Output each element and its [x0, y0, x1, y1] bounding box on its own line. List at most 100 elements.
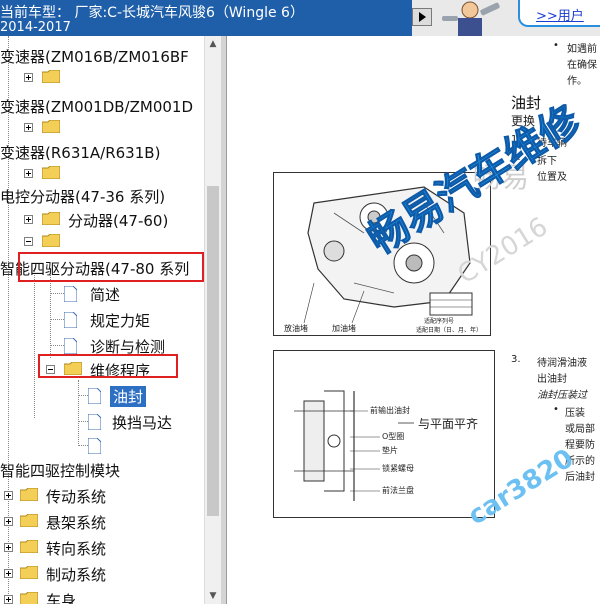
doc-step-number: 1. — [511, 134, 521, 145]
doc-step-number: 2. — [511, 152, 521, 163]
document-icon — [88, 414, 101, 430]
tree-item-label[interactable]: 制动系统 — [46, 564, 106, 585]
tree-item-shift-motor[interactable]: 换挡马达 — [0, 410, 204, 434]
doc-text: 作。 — [567, 76, 587, 87]
tree-item-electronic-transfer-case[interactable]: 电控分动器(47-36 系列) — [0, 184, 204, 208]
document-viewer: • 如遇前 在确保 作。 油封 更换 1. 待车辆 2. 拆下 位置及 放油堵 … — [227, 36, 600, 604]
figure-label: 适配日期（日、月、年） — [416, 327, 483, 334]
scroll-down-icon[interactable]: ▼ — [205, 588, 221, 604]
vehicle-year-range: 2014-2017 — [0, 20, 71, 35]
tree-item-label[interactable]: 智能四驱控制模块 — [0, 460, 120, 481]
figure-label: 垫片 — [382, 446, 398, 455]
tree-item-label[interactable]: 变速器(ZM016B/ZM016BF — [0, 46, 189, 67]
doc-text: 油封压装过 — [537, 390, 587, 401]
doc-section-subtitle: 更换 — [511, 114, 536, 128]
doc-text: 拆下 — [537, 156, 557, 167]
collapse-icon[interactable] — [24, 237, 33, 246]
figure-label: 前输出油封 — [370, 406, 410, 415]
tree-item-label-selected[interactable]: 油封 — [110, 386, 147, 407]
document-icon — [64, 312, 77, 328]
document-icon — [64, 286, 77, 302]
tree-item-label[interactable]: 悬架系统 — [46, 512, 106, 533]
tree-item-brakes[interactable]: 制动系统 — [0, 562, 204, 586]
expand-icon[interactable] — [4, 491, 13, 500]
tree-scrollbar[interactable]: ▲ ▼ — [204, 36, 221, 604]
folder-icon — [42, 70, 60, 83]
expand-icon[interactable] — [4, 569, 13, 578]
expand-icon[interactable] — [24, 169, 33, 178]
doc-text: 后油封 — [565, 472, 595, 483]
doc-text: 位置及 — [537, 172, 567, 183]
document-icon — [64, 338, 77, 354]
tree-item-label[interactable]: 转向系统 — [46, 538, 106, 559]
highlight-box — [38, 354, 178, 378]
tree-item-suspension[interactable]: 悬架系统 — [0, 510, 204, 534]
doc-text: 在确保 — [567, 60, 597, 71]
tree-item-label[interactable]: 传动系统 — [46, 486, 106, 507]
doc-step-number: 3. — [511, 354, 521, 365]
tree-item-transmission-r631a[interactable]: 变速器(R631A/R631B) — [0, 140, 204, 164]
tree-item-label[interactable]: 电控分动器(47-36 系列) — [0, 186, 165, 207]
doc-text: 出油封 — [537, 374, 567, 385]
user-link-text[interactable]: >>用户 — [536, 5, 584, 24]
expand-icon[interactable] — [24, 123, 33, 132]
doc-text: 待润滑油液 — [537, 358, 587, 369]
tree-item-label[interactable]: 简述 — [90, 284, 120, 305]
doc-text: 所示的 — [565, 456, 595, 467]
tree-item-transmission-zm016b[interactable]: 变速器(ZM016B/ZM016BF — [0, 44, 204, 68]
user-link[interactable]: >>用户 — [518, 0, 600, 27]
tree-item-label[interactable]: 规定力矩 — [90, 310, 150, 331]
next-arrow-icon — [419, 12, 426, 22]
next-button[interactable] — [412, 8, 432, 26]
tree-item-label[interactable]: 变速器(ZM001DB/ZM001D — [0, 96, 193, 117]
oil-seal-figure: 前输出油封 与平面平齐 O型圈 垫片 锁紧螺母 前法兰盘 — [273, 350, 495, 518]
tree-item-oil-seal[interactable]: 油封 — [0, 384, 204, 408]
tree-item-label[interactable]: 车身 — [46, 590, 76, 604]
category-tree: 变速器(ZM016B/ZM016BF 变速器(ZM001DB/ZM001D 变速… — [0, 36, 204, 604]
figure-label: 前法兰盘 — [382, 486, 414, 495]
folder-icon — [42, 120, 60, 133]
doc-section-title: 油封 — [511, 94, 542, 112]
doc-text: 压装 — [565, 408, 585, 419]
figure-label: 加油堵 — [332, 324, 356, 333]
figure-label: 锁紧螺母 — [382, 464, 414, 473]
folder-open-icon — [42, 234, 60, 247]
expand-icon[interactable] — [4, 595, 13, 604]
tree-item-transmission-zm001db[interactable]: 变速器(ZM001DB/ZM001D — [0, 94, 204, 118]
transfer-case-figure: 放油堵 加油堵 适配序列号 适配日期（日、月、年） — [273, 172, 491, 336]
vehicle-title: 当前车型： 厂家:C-长城汽车风骏6（Wingle 6） — [0, 5, 304, 21]
tree-item-transfer-case-47-60[interactable]: 分动器(47-60) — [0, 208, 204, 232]
figure-label: 放油堵 — [284, 324, 308, 333]
tree-item-label[interactable]: 变速器(R631A/R631B) — [0, 142, 160, 163]
doc-text: 如遇前 — [567, 44, 597, 55]
scrollbar-thumb[interactable] — [207, 186, 219, 516]
folder-icon — [20, 514, 38, 527]
expand-icon[interactable] — [4, 543, 13, 552]
folder-icon — [20, 488, 38, 501]
tree-item-label[interactable]: 换挡马达 — [112, 412, 172, 433]
expand-icon[interactable] — [24, 73, 33, 82]
tree-item-folder[interactable] — [0, 66, 204, 90]
expand-icon[interactable] — [4, 517, 13, 526]
tree-item-drivetrain[interactable]: 传动系统 — [0, 484, 204, 508]
highlight-box — [18, 252, 204, 282]
doc-bullet: • — [553, 404, 559, 415]
tree-item-smart-4wd-module[interactable]: 智能四驱控制模块 — [0, 458, 204, 482]
tree-item-torque-specs[interactable]: 规定力矩 — [0, 308, 204, 332]
tree-item-steering[interactable]: 转向系统 — [0, 536, 204, 560]
tree-item-label[interactable]: 分动器(47-60) — [68, 210, 168, 231]
figure-label: 适配序列号 — [424, 318, 455, 325]
figure-label: O型圈 — [382, 432, 405, 441]
tree-item-body[interactable]: 车身 — [0, 588, 204, 604]
document-icon — [88, 388, 101, 404]
folder-icon — [42, 212, 60, 225]
tree-item-folder[interactable] — [0, 162, 204, 186]
expand-icon[interactable] — [24, 215, 33, 224]
tree-item-overview[interactable]: 简述 — [0, 282, 204, 306]
scroll-up-icon[interactable]: ▲ — [205, 36, 221, 52]
tree-item-folder[interactable] — [0, 116, 204, 140]
tree-item-document[interactable] — [0, 434, 204, 458]
folder-icon — [20, 566, 38, 579]
folder-icon — [20, 592, 38, 604]
doc-bullet: • — [553, 40, 559, 51]
